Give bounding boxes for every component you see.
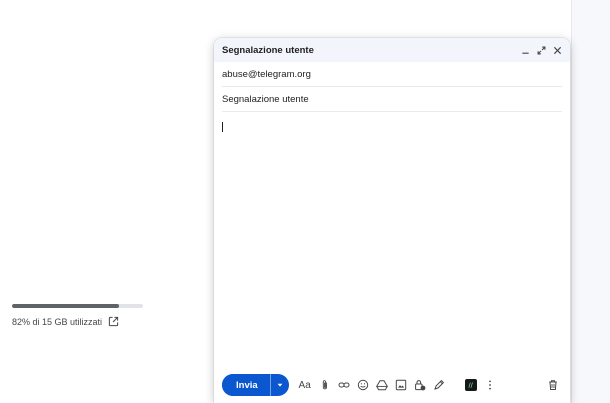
subject-text: Segnalazione utente <box>222 93 309 105</box>
pen-icon[interactable] <box>432 378 446 392</box>
formatting-button[interactable]: Aa <box>297 378 313 392</box>
attach-icon[interactable] <box>318 378 332 392</box>
recipient: abuse@telegram.org <box>222 68 311 80</box>
emoji-icon[interactable] <box>356 378 370 392</box>
expand-icon[interactable] <box>536 45 546 55</box>
compose-toolbar: Invia Aa // <box>222 373 562 397</box>
storage-bar <box>12 304 143 308</box>
compose-window: Segnalazione utente abuse@telegram.org S… <box>214 38 570 403</box>
storage-label: 82% di 15 GB utilizzati <box>12 316 103 327</box>
to-field[interactable]: abuse@telegram.org <box>222 62 562 87</box>
schedule-send-button[interactable] <box>269 374 289 396</box>
storage-bar-fill <box>12 304 120 308</box>
compose-header[interactable]: Segnalazione utente <box>214 38 570 62</box>
chevron-down-icon <box>277 383 283 387</box>
extension-badge: // <box>464 379 477 391</box>
subject-field[interactable]: Segnalazione utente <box>222 87 562 112</box>
minimize-icon[interactable] <box>520 45 530 55</box>
more-vert-icon[interactable] <box>483 378 497 392</box>
compose-title: Segnalazione utente <box>222 44 314 56</box>
close-icon[interactable] <box>552 45 562 55</box>
extension-icon[interactable]: // <box>464 378 478 392</box>
send-button-group: Invia <box>222 374 289 396</box>
storage-meter: 82% di 15 GB utilizzati <box>12 304 147 327</box>
trash-icon[interactable] <box>546 378 560 392</box>
side-panel <box>571 0 610 403</box>
sidebar <box>0 0 200 403</box>
external-link-icon[interactable] <box>108 316 119 327</box>
drive-icon[interactable] <box>375 378 389 392</box>
message-body[interactable] <box>214 112 570 362</box>
send-button[interactable]: Invia <box>222 374 270 396</box>
text-caret <box>222 122 223 132</box>
link-icon[interactable] <box>337 378 351 392</box>
image-icon[interactable] <box>394 378 408 392</box>
lock-clock-icon[interactable] <box>413 378 427 392</box>
